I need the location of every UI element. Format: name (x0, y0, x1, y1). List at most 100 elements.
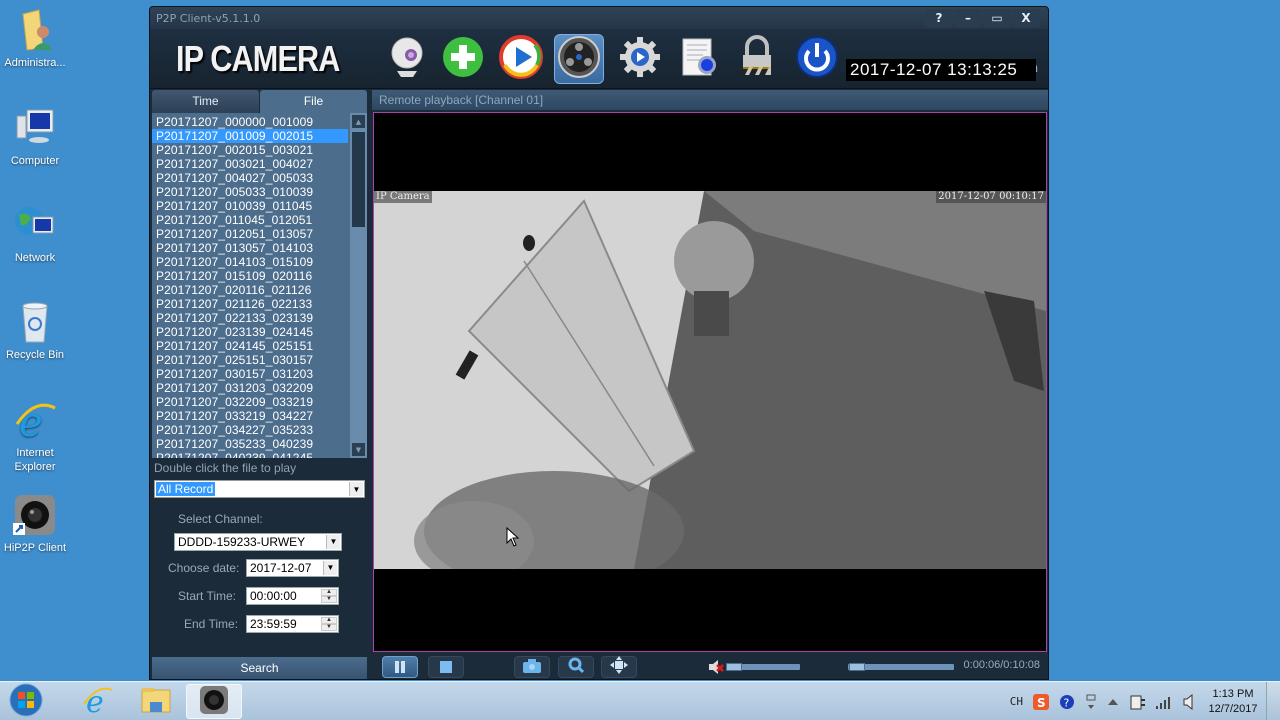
file-list[interactable]: P20171207_000000_001009 P20171207_001009_… (152, 113, 367, 458)
file-list-item[interactable]: P20171207_002015_003021 (152, 143, 348, 157)
file-list-item[interactable]: P20171207_010039_011045 (152, 199, 348, 213)
log-document-icon (677, 35, 721, 83)
chevron-down-icon[interactable]: ▼ (349, 482, 363, 496)
help-icon[interactable]: ? (1059, 694, 1075, 710)
calendar-dropdown-icon[interactable]: ▼ (323, 561, 337, 575)
video-frame: IP Camera 2017-12-07 00:10:17 (374, 191, 1046, 569)
scroll-down-button[interactable]: ▼ (352, 443, 365, 456)
file-list-item[interactable]: P20171207_032209_033219 (152, 395, 348, 409)
file-list-item[interactable]: P20171207_034227_035233 (152, 423, 348, 437)
desktop-icon-internet-explorer[interactable]: e Internet Explorer (0, 398, 70, 474)
ime-options-icon[interactable] (1085, 694, 1097, 710)
end-time-input[interactable]: 23:59:59 ▲ ▼ (246, 615, 339, 633)
power-button[interactable] (792, 34, 842, 84)
chevron-down-icon[interactable]: ▼ (326, 535, 340, 549)
network-signal-icon[interactable] (1155, 695, 1173, 709)
taskbar-internet-explorer[interactable]: e (70, 684, 126, 720)
file-list-item[interactable]: P20171207_025151_030157 (152, 353, 348, 367)
start-button[interactable] (0, 683, 52, 719)
fullscreen-button[interactable] (601, 656, 637, 678)
log-button[interactable] (674, 34, 724, 84)
end-time-spinner[interactable]: ▲ ▼ (321, 617, 337, 631)
file-list-item[interactable]: P20171207_001009_002015 (152, 129, 348, 143)
file-list-item[interactable]: P20171207_040239_041245 (152, 451, 348, 458)
plus-icon (441, 35, 485, 83)
file-list-item[interactable]: P20171207_024145_025151 (152, 339, 348, 353)
taskbar: e CH S ? 1:13 PM 12/7/2017 (0, 681, 1280, 720)
timecode: 0:00:06/0:10:08 (963, 659, 1040, 671)
file-list-item[interactable]: P20171207_023139_024145 (152, 325, 348, 339)
video-viewport[interactable]: IP Camera 2017-12-07 00:10:17 (373, 112, 1047, 652)
playback-button[interactable] (554, 34, 604, 84)
volume-slider[interactable] (726, 663, 800, 671)
channel-select[interactable]: DDDD-159233-URWEY ▼ (174, 533, 342, 551)
date-picker[interactable]: 2017-12-07 ▼ (246, 559, 339, 577)
minimize-button[interactable]: – (954, 9, 982, 27)
file-list-item[interactable]: P20171207_021126_022133 (152, 297, 348, 311)
system-tray: CH S ? 1:13 PM 12/7/2017 (1005, 682, 1280, 720)
file-list-item[interactable]: P20171207_022133_023139 (152, 311, 348, 325)
file-list-item[interactable]: P20171207_015109_020116 (152, 269, 348, 283)
tab-time[interactable]: Time (152, 90, 259, 113)
tab-file[interactable]: File (260, 90, 367, 113)
file-list-item[interactable]: P20171207_012051_013057 (152, 227, 348, 241)
stop-button[interactable] (428, 656, 464, 678)
taskbar-file-explorer[interactable] (128, 684, 184, 719)
tray-clock[interactable]: 1:13 PM 12/7/2017 (1200, 687, 1266, 717)
sogou-ime-icon[interactable]: S (1033, 693, 1049, 710)
record-filter-select[interactable]: All Record ▼ (154, 480, 365, 498)
osd-timestamp: 2017-12-07 00:10:17 (936, 191, 1046, 203)
file-list-item[interactable]: P20171207_013057_014103 (152, 241, 348, 255)
left-panel: Time File P20171207_000000_001009 P201712… (152, 90, 367, 679)
mute-icon[interactable] (708, 659, 724, 679)
start-time-input[interactable]: 00:00:00 ▲ ▼ (246, 587, 339, 605)
show-desktop-button[interactable] (1266, 682, 1280, 720)
search-mode-tabs: Time File (152, 90, 367, 113)
search-button[interactable]: Search (152, 657, 367, 679)
progress-slider[interactable] (848, 663, 954, 671)
snapshot-button[interactable] (514, 656, 550, 678)
file-list-item[interactable]: P20171207_020116_021126 (152, 283, 348, 297)
lock-button[interactable] (732, 34, 782, 84)
app-logo: IP CAMERA (176, 38, 340, 79)
volume-knob[interactable] (726, 663, 742, 671)
show-hidden-icons-arrow[interactable] (1107, 697, 1119, 707)
settings-button[interactable] (615, 34, 665, 84)
file-list-item[interactable]: P20171207_004027_005033 (152, 171, 348, 185)
file-list-scrollbar[interactable]: ▲ ▼ (350, 113, 367, 458)
play-button[interactable] (496, 34, 546, 84)
file-list-item[interactable]: P20171207_000000_001009 (152, 115, 348, 129)
end-time-label: End Time: (184, 617, 239, 631)
desktop-icon-computer[interactable]: Computer (0, 106, 70, 168)
pause-button[interactable] (382, 656, 418, 678)
file-list-item[interactable]: P20171207_035233_040239 (152, 437, 348, 451)
maximize-button[interactable]: ▭ (983, 9, 1011, 27)
volume-icon[interactable] (1183, 693, 1195, 710)
file-list-item[interactable]: P20171207_003021_004027 (152, 157, 348, 171)
input-language-indicator[interactable]: CH (1010, 695, 1023, 708)
record-filter-value: All Record (156, 482, 216, 496)
desktop-icon-recycle-bin[interactable]: Recycle Bin (0, 300, 70, 362)
add-device-button[interactable] (438, 34, 488, 84)
close-button[interactable]: X (1012, 9, 1040, 27)
desktop-icon-hip2p-client[interactable]: HiP2P Client (0, 493, 70, 555)
start-time-spinner[interactable]: ▲ ▼ (321, 589, 337, 603)
scroll-up-button[interactable]: ▲ (352, 115, 365, 128)
taskbar-hip2p-client[interactable] (186, 684, 242, 719)
zoom-button[interactable] (558, 656, 594, 678)
title-bar[interactable]: P2P Client-v5.1.1.0 (150, 7, 1048, 29)
power-plug-icon[interactable] (1129, 693, 1145, 711)
file-list-item[interactable]: P20171207_005033_010039 (152, 185, 348, 199)
file-list-item[interactable]: P20171207_030157_031203 (152, 367, 348, 381)
desktop-icon-network[interactable]: Network (0, 203, 70, 265)
progress-knob[interactable] (848, 663, 865, 671)
file-list-item[interactable]: P20171207_011045_012051 (152, 213, 348, 227)
app-window: P2P Client-v5.1.1.0 ? – ▭ X IP CAMERA 20… (149, 6, 1049, 680)
desktop-icon-administrator[interactable]: Administra... (0, 8, 70, 70)
help-button[interactable]: ? (925, 9, 953, 27)
scroll-thumb[interactable] (352, 132, 365, 227)
live-view-button[interactable] (382, 34, 432, 84)
file-list-item[interactable]: P20171207_031203_032209 (152, 381, 348, 395)
file-list-item[interactable]: P20171207_033219_034227 (152, 409, 348, 423)
file-list-item[interactable]: P20171207_014103_015109 (152, 255, 348, 269)
